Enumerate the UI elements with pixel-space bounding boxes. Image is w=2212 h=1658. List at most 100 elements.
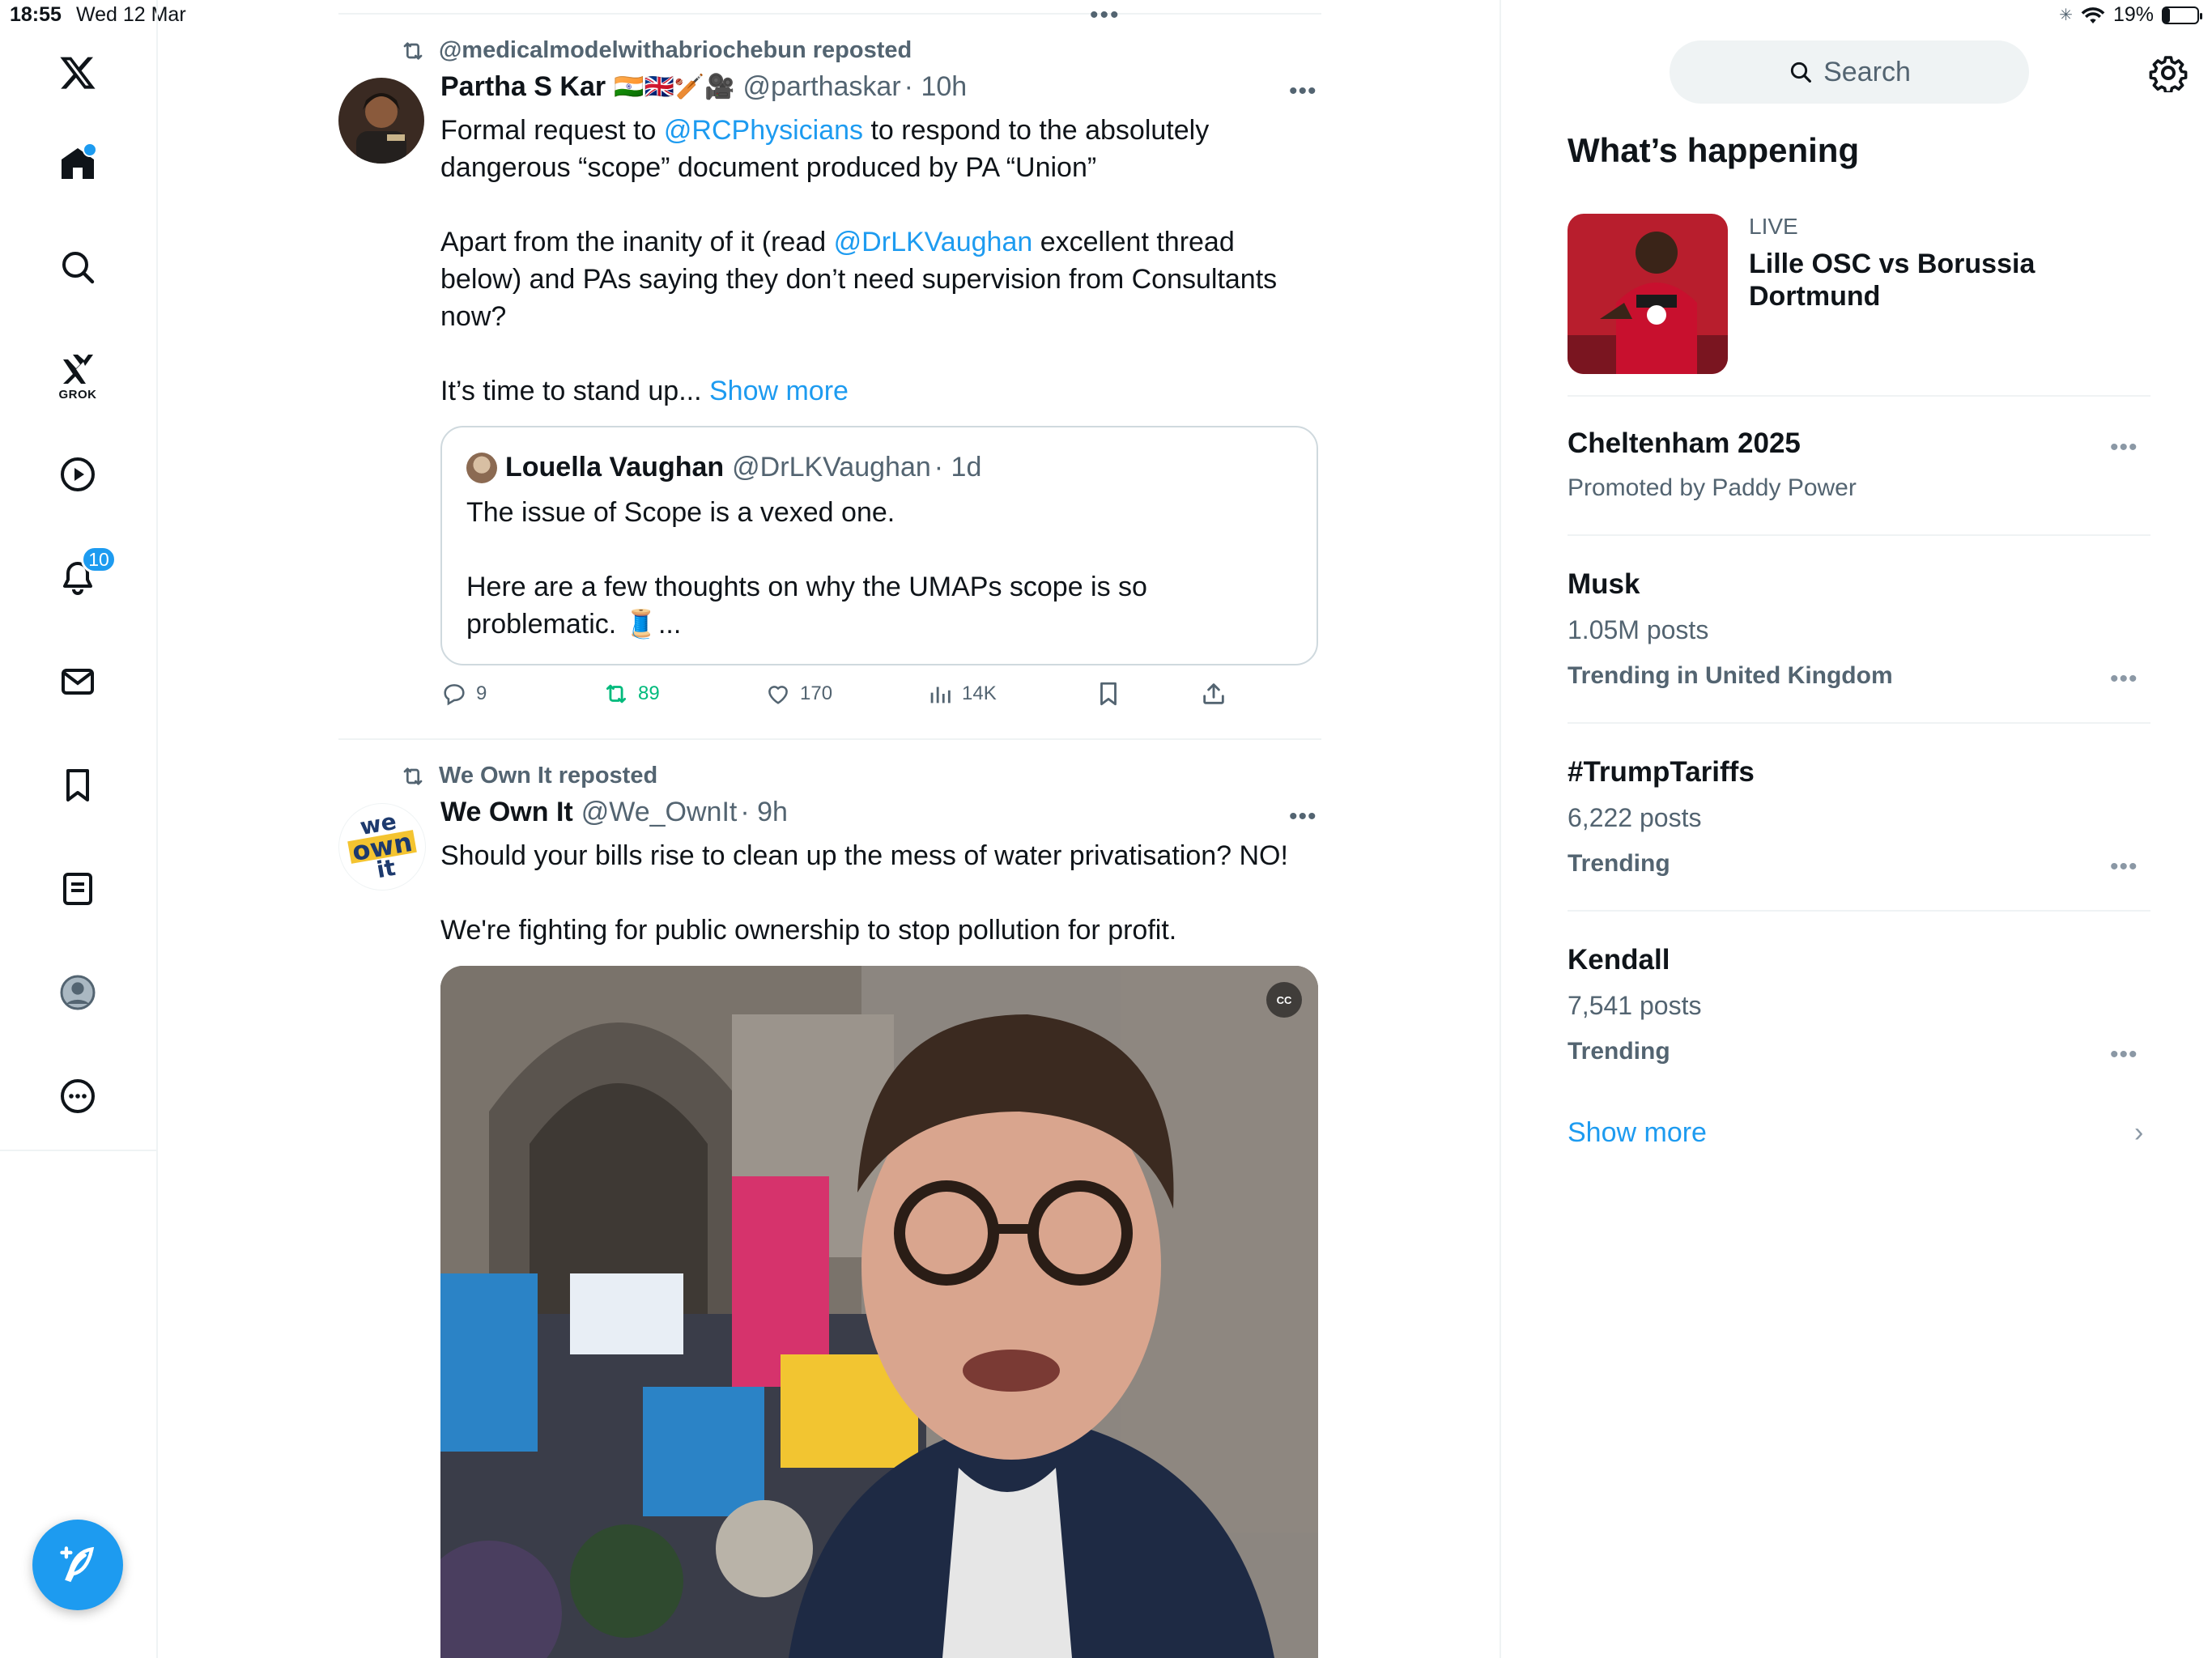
settings-gear-icon[interactable]: [2149, 53, 2188, 92]
repost-count: 89: [638, 682, 660, 704]
mention-link[interactable]: @DrLKVaughan: [834, 227, 1033, 257]
bookmarks-icon[interactable]: [53, 761, 102, 810]
trend-context: Trending: [1568, 1038, 1670, 1065]
share-button[interactable]: [1200, 680, 1227, 708]
chevron-right-icon[interactable]: ›: [2134, 1117, 2143, 1149]
reply-count: 9: [476, 682, 487, 704]
views-button[interactable]: 14K: [926, 680, 997, 708]
x-logo-icon[interactable]: [53, 49, 102, 97]
reply-icon: [444, 684, 465, 706]
repost-context-text: We Own It reposted: [439, 763, 658, 789]
home-unread-dot: [83, 142, 97, 157]
search-placeholder: Search: [1823, 56, 1911, 87]
text-span: Apart from the inanity of it (read: [440, 227, 834, 257]
repost-icon: [403, 41, 423, 60]
grok-label: GROK: [58, 388, 97, 402]
timeline: ••• @medicalmodelwithabriochebun reposte…: [338, 0, 1321, 1658]
live-event-thumbnail: [1568, 214, 1728, 374]
quote-header: Louella Vaughan @DrLKVaughan · 1d: [466, 452, 981, 483]
trend-post-count: 6,222 posts: [1568, 803, 1702, 832]
tweet-header: Partha S Kar 🇮🇳🇬🇧🏏🎥 @parthaskar · 10h: [440, 71, 967, 103]
tweet-header: We Own It @We_OwnIt · 9h: [440, 797, 788, 828]
text-span: Formal request to: [440, 115, 664, 146]
bookmark-icon: [1100, 682, 1117, 706]
quote-tweet[interactable]: Louella Vaughan @DrLKVaughan · 1d The is…: [440, 426, 1318, 665]
trend-more-icon[interactable]: •••: [2110, 1041, 2138, 1069]
quote-text: The issue of Scope is a vexed one. Here …: [466, 494, 1292, 643]
trend-context: Trending: [1568, 850, 1670, 877]
more-icon[interactable]: [53, 1072, 102, 1120]
tweet-text: Formal request to @RCPhysicians to respo…: [440, 112, 1299, 410]
trend-promoted-by: Promoted by Paddy Power: [1568, 474, 1857, 501]
reply-button[interactable]: 9: [440, 680, 487, 708]
author-name[interactable]: We Own It: [440, 797, 573, 828]
tweet-more-icon[interactable]: •••: [1289, 803, 1321, 831]
tweet-paragraph: Should your bills rise to clean up the m…: [440, 840, 1288, 871]
trend-post-count: 7,541 posts: [1568, 991, 1702, 1020]
search-input[interactable]: Search: [1670, 40, 2029, 104]
right-sidebar: Search What’s happening LIVE Lille OSC v…: [1499, 0, 2212, 1658]
author-handle[interactable]: @parthaskar: [743, 71, 901, 103]
live-label: LIVE: [1749, 214, 1798, 239]
lists-icon[interactable]: [53, 865, 102, 913]
messages-icon[interactable]: [53, 657, 102, 706]
quote-paragraph: Here are a few thoughts on why the UMAPs…: [466, 572, 1147, 640]
compose-button[interactable]: [32, 1520, 123, 1610]
trend-name: Musk: [1568, 568, 1640, 600]
quote-author-handle: @DrLKVaughan: [732, 452, 931, 483]
quote-paragraph: The issue of Scope is a vexed one.: [466, 497, 895, 528]
show-more-link[interactable]: Show more: [1568, 1117, 1707, 1149]
left-navigation: GROK 10: [0, 0, 158, 1658]
video-icon[interactable]: [53, 450, 102, 499]
like-count: 170: [800, 682, 833, 704]
text-span: It’s time to stand up...: [440, 376, 709, 406]
repost-context: We Own It reposted: [400, 763, 657, 789]
views-count: 14K: [962, 682, 997, 704]
heart-icon: [768, 686, 788, 704]
mention-link[interactable]: @RCPhysicians: [664, 115, 863, 146]
video-frame: [440, 966, 1318, 1658]
trend-more-icon[interactable]: •••: [2110, 853, 2138, 881]
bookmark-button[interactable]: [1095, 680, 1122, 708]
grok-icon[interactable]: GROK: [53, 345, 102, 402]
tweet-video[interactable]: CC: [440, 966, 1318, 1658]
repost-context-text: @medicalmodelwithabriochebun reposted: [439, 37, 912, 63]
home-icon[interactable]: [53, 139, 102, 188]
live-event-title: Lille OSC vs Borussia Dortmund: [1749, 249, 2035, 312]
trend-name: #TrumpTariffs: [1568, 756, 1755, 788]
trend-more-icon[interactable]: •••: [2110, 434, 2138, 461]
search-icon: [1790, 62, 1812, 83]
repost-button[interactable]: 89: [602, 680, 660, 708]
repost-icon: [403, 767, 423, 785]
author-handle[interactable]: @We_OwnIt: [581, 797, 738, 828]
trend-more-icon[interactable]: •••: [2110, 665, 2138, 693]
repost-context: @medicalmodelwithabriochebun reposted: [400, 37, 912, 64]
profile-icon[interactable]: [53, 968, 102, 1017]
trend-name: Cheltenham 2025: [1568, 427, 1801, 459]
whats-happening-title: What’s happening: [1568, 131, 1860, 169]
quote-time: · 1d: [934, 452, 982, 483]
tweet-time[interactable]: · 9h: [740, 797, 788, 828]
captions-button[interactable]: CC: [1266, 982, 1302, 1018]
tweet-actions: 9 89 170 14K: [440, 680, 1318, 721]
avatar[interactable]: we own it: [338, 803, 426, 891]
views-chart-icon: [930, 687, 951, 704]
quote-avatar: [466, 452, 497, 483]
author-name[interactable]: Partha S Kar: [440, 71, 606, 103]
repost-icon: [606, 684, 627, 704]
like-button[interactable]: 170: [764, 680, 832, 708]
tweet-time[interactable]: · 10h: [904, 71, 968, 103]
tweet-text: Should your bills rise to clean up the m…: [440, 837, 1331, 949]
search-icon[interactable]: [53, 243, 102, 291]
compose-feather-icon: [60, 1546, 95, 1583]
we-own-it-logo: we own it: [339, 804, 425, 890]
share-icon: [1203, 683, 1224, 704]
logo-word: it: [374, 853, 398, 884]
pull-handle-icon[interactable]: •••: [1090, 3, 1121, 28]
show-more-link[interactable]: Show more: [709, 376, 849, 406]
tweet-more-icon[interactable]: •••: [1289, 78, 1321, 105]
avatar[interactable]: [338, 78, 424, 164]
quote-author-name: Louella Vaughan: [505, 452, 725, 483]
notifications-icon[interactable]: 10: [53, 546, 117, 602]
author-emojis: 🇮🇳🇬🇧🏏🎥: [614, 74, 735, 100]
